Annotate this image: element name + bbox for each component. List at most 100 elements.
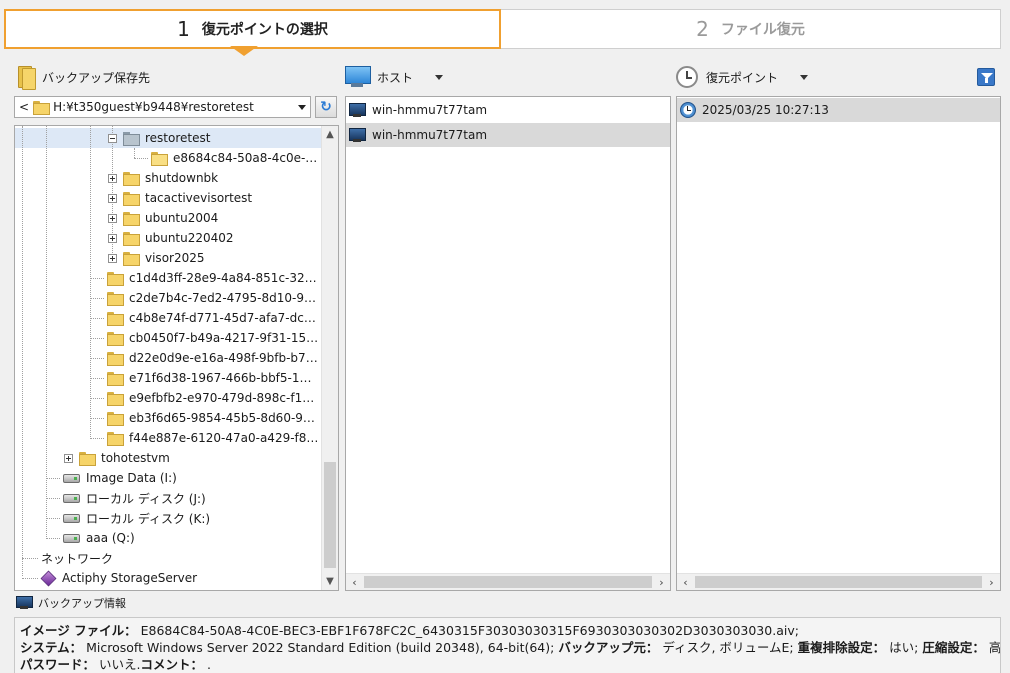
expand-icon[interactable] [64, 453, 73, 463]
folder-icon [107, 371, 124, 386]
chevron-down-icon[interactable] [435, 74, 444, 80]
scroll-left-icon[interactable]: ‹ [346, 574, 363, 590]
restore-point-header[interactable]: 復元ポイント [676, 65, 809, 89]
scroll-down-icon[interactable]: ▼ [322, 573, 338, 590]
computer-icon [349, 102, 366, 118]
folder-icon [107, 271, 124, 286]
tree-item-folder[interactable]: eb3f6d65-9854-45b5-8d60-9d… [107, 408, 319, 428]
folder-icon [123, 211, 140, 226]
folder-tree[interactable]: restoretest e8684c84-50a8-4c0e-b… shutdo… [14, 125, 339, 591]
backup-path-combobox[interactable]: < H:¥t350guest¥b9448¥restoretest [14, 96, 311, 118]
filter-icon [977, 68, 995, 86]
tree-item-folder[interactable]: f44e887e-6120-47a0-a429-f89… [107, 428, 319, 448]
collapse-icon[interactable] [108, 133, 117, 143]
scroll-right-icon[interactable]: › [653, 574, 670, 590]
tree-item-folder[interactable]: shutdownbk [108, 168, 218, 188]
tree-item-storage-server[interactable]: Actiphy StorageServer [40, 568, 197, 588]
filter-button[interactable] [977, 68, 995, 86]
tree-item-folder[interactable]: cb0450f7-b49a-4217-9f31-156… [107, 328, 319, 348]
step-label: ファイル復元 [720, 22, 805, 38]
expand-icon[interactable] [108, 173, 117, 183]
comment-label: コメント： [140, 657, 203, 672]
tree-item-label: ubuntu2004 [145, 211, 219, 225]
scroll-left-icon[interactable]: ‹ [677, 574, 694, 590]
tree-item-label: tohotestvm [101, 451, 170, 465]
tree-item-folder[interactable]: c1d4d3ff-28e9-4a84-851c-32e… [107, 268, 319, 288]
step-file-restore[interactable]: 2 ファイル復元 [501, 9, 1001, 49]
tree-item-folder[interactable]: ubuntu2004 [108, 208, 218, 228]
tree-item-folder[interactable]: c2de7b4c-7ed2-4795-8d10-90… [107, 288, 319, 308]
chevron-down-icon[interactable] [800, 74, 809, 80]
drive-icon [63, 473, 80, 483]
folder-icon [107, 431, 124, 446]
image-file-value: E8684C84-50A8-4C0E-BEC3-EBF1F678FC2C_643… [140, 623, 799, 638]
tree-item-folder[interactable]: e8684c84-50a8-4c0e-b… [151, 148, 321, 168]
tree-item-label: ネットワーク [41, 551, 114, 566]
path-prefix: < [19, 100, 30, 114]
folder-icon [123, 171, 140, 186]
host-name: win-hmmu7t77tam [372, 128, 488, 142]
tree-item-network[interactable]: ネットワーク [41, 548, 113, 568]
tree-item-drive-i[interactable]: Image Data (I:) [63, 468, 177, 488]
folder-open-icon [123, 131, 140, 146]
tree-item-folder[interactable]: c4b8e74f-d771-45d7-afa7-dc5… [107, 308, 319, 328]
tree-item-label: ローカル ディスク (K:) [86, 511, 211, 526]
list-item-selected[interactable]: 2025/03/25 10:27:13 [677, 98, 1000, 122]
folder-tree-content: restoretest e8684c84-50a8-4c0e-b… shutdo… [15, 126, 323, 590]
dedup-label: 重複排除設定： [797, 640, 886, 655]
tree-item-label: tacactivevisortest [145, 191, 253, 205]
restore-point-list[interactable]: 2025/03/25 10:27:13 ‹ › [676, 96, 1001, 591]
backup-info-label: バックアップ情報 [38, 597, 126, 610]
tree-item-drive-j[interactable]: ローカル ディスク (J:) [63, 488, 206, 508]
tree-item-restoretest[interactable]: restoretest [108, 128, 210, 148]
compress-value: 高速; [988, 640, 1001, 655]
drive-icon [63, 513, 80, 523]
tree-item-folder[interactable]: visor2025 [108, 248, 205, 268]
folder-icon [33, 100, 51, 115]
drive-icon [63, 493, 80, 503]
list-item[interactable]: win-hmmu7t77tam [346, 98, 670, 122]
expand-icon[interactable] [108, 213, 117, 223]
clock-icon [676, 66, 698, 88]
tree-item-label: cb0450f7-b49a-4217-9f31-156… [129, 331, 319, 345]
chevron-down-icon[interactable] [298, 104, 306, 110]
step-number: 2 [696, 17, 709, 41]
expand-icon[interactable] [108, 233, 117, 243]
dedup-value: はい; [889, 640, 919, 655]
info-line-image: イメージ ファイル： E8684C84-50A8-4C0E-BEC3-EBF1F… [20, 622, 995, 639]
expand-icon[interactable] [108, 193, 117, 203]
folder-icon [123, 251, 140, 266]
tree-item-folder[interactable]: e71f6d38-1967-466b-bbf5-1b8… [107, 368, 319, 388]
tree-item-tohotestvm[interactable]: tohotestvm [64, 448, 170, 468]
host-header[interactable]: ホスト [345, 65, 444, 89]
refresh-button[interactable]: ↻ [315, 96, 337, 118]
host-list[interactable]: win-hmmu7t77tam win-hmmu7t77tam ‹ › [345, 96, 671, 591]
folder-icon [107, 331, 124, 346]
refresh-icon: ↻ [320, 99, 332, 115]
tree-item-folder[interactable]: ubuntu220402 [108, 228, 234, 248]
info-line-password: パスワード： いいえ.コメント： . [20, 656, 995, 673]
restore-point-horizontal-scrollbar[interactable]: ‹ › [677, 573, 1000, 590]
tree-item-drive-k[interactable]: ローカル ディスク (K:) [63, 508, 210, 528]
tree-vertical-scrollbar[interactable]: ▲ ▼ [321, 126, 338, 590]
folder-icon [123, 231, 140, 246]
scrollbar-thumb[interactable] [324, 462, 336, 568]
restore-point-time: 2025/03/25 10:27:13 [702, 103, 829, 117]
tree-item-folder[interactable]: tacactivevisortest [108, 188, 252, 208]
scrollbar-thumb[interactable] [364, 576, 652, 588]
tree-item-drive-q[interactable]: aaa (Q:) [63, 528, 135, 548]
host-horizontal-scrollbar[interactable]: ‹ › [346, 573, 670, 590]
tree-item-folder[interactable]: d22e0d9e-e16a-498f-9bfb-b76… [107, 348, 319, 368]
tree-item-label: f44e887e-6120-47a0-a429-f89… [129, 431, 319, 445]
scroll-right-icon[interactable]: › [983, 574, 1000, 590]
scroll-up-icon[interactable]: ▲ [322, 126, 338, 143]
step-select-restore-point[interactable]: 1 復元ポイントの選択 [4, 9, 501, 49]
drive-icon [63, 533, 80, 543]
tree-item-folder[interactable]: e9efbfb2-e970-479d-898c-f10… [107, 388, 319, 408]
tree-item-label: d22e0d9e-e16a-498f-9bfb-b76… [129, 351, 319, 365]
computer-icon [345, 66, 371, 88]
scrollbar-thumb[interactable] [695, 576, 982, 588]
backup-destination-header: バックアップ保存先 [16, 65, 150, 90]
list-item-selected[interactable]: win-hmmu7t77tam [346, 123, 670, 147]
expand-icon[interactable] [108, 253, 117, 263]
